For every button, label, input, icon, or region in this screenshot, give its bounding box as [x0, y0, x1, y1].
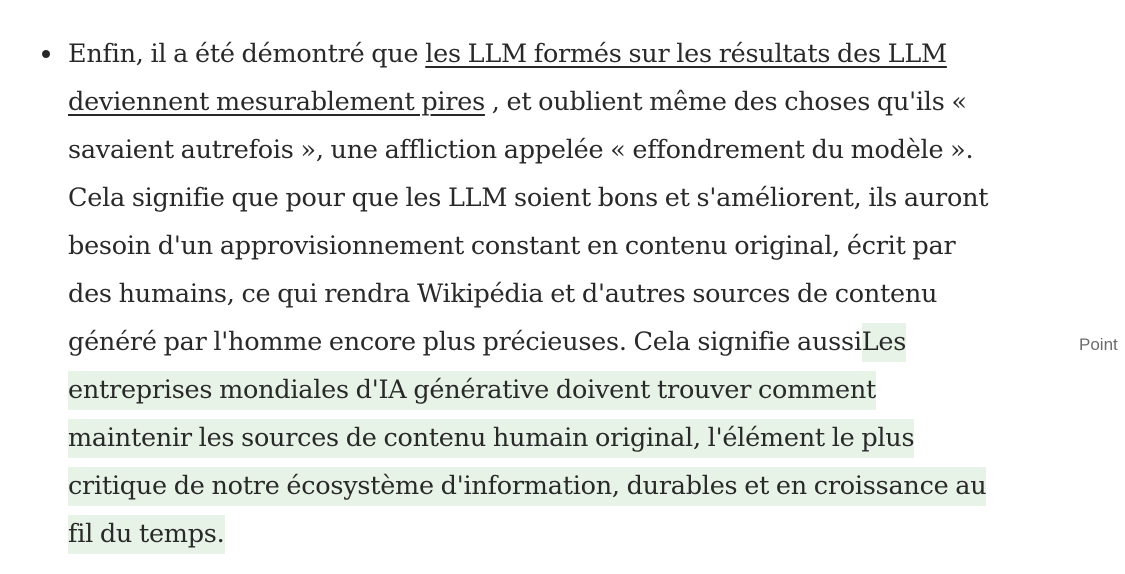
line-text: savaient autrefois », une affliction app…: [68, 135, 974, 165]
paragraph: Enfin, il a été démontré que les LLM for…: [68, 30, 1043, 558]
highlighted-text[interactable]: fil du temps.: [68, 515, 225, 554]
link-measurably-worse[interactable]: deviennent mesurablement pires: [68, 87, 485, 117]
paragraph-line: deviennent mesurablement pires , et oubl…: [68, 78, 1043, 126]
line-text: , et oublient même des choses qu'ils «: [484, 87, 967, 117]
paragraph-line: des humains, ce qui rendra Wikipédia et …: [68, 270, 1043, 318]
line-text: généré par l'homme encore plus précieuse…: [68, 327, 862, 357]
highlighted-text[interactable]: maintenir les sources de contenu humain …: [68, 419, 915, 458]
paragraph-line: maintenir les sources de contenu humain …: [68, 414, 1043, 462]
paragraph-line: critique de notre écosystème d'informati…: [68, 462, 1043, 510]
paragraph-line: fil du temps.: [68, 510, 1043, 558]
line-text: Enfin, il a été démontré que: [68, 39, 426, 69]
paragraph-line: Enfin, il a été démontré que les LLM for…: [68, 30, 1043, 78]
bullet-item-model-collapse: Enfin, il a été démontré que les LLM for…: [42, 30, 1043, 558]
highlighted-text[interactable]: entreprises mondiales d'IA générative do…: [68, 371, 876, 410]
paragraph-line: besoin d'un approvisionnement constant e…: [68, 222, 1043, 270]
bullet-dot-icon: [42, 50, 50, 58]
line-text: Cela signifie que pour que les LLM soien…: [68, 183, 989, 213]
article-page: Enfin, il a été démontré que les LLM for…: [0, 0, 1125, 574]
highlighted-text[interactable]: critique de notre écosystème d'informati…: [68, 467, 987, 506]
line-text: des humains, ce qui rendra Wikipédia et …: [68, 279, 938, 309]
paragraph-line: Cela signifie que pour que les LLM soien…: [68, 174, 1043, 222]
line-text: besoin d'un approvisionnement constant e…: [68, 231, 956, 261]
link-llm-trained-on-llm-output[interactable]: les LLM formés sur les résultats des LLM: [425, 39, 947, 69]
paragraph-line: entreprises mondiales d'IA générative do…: [68, 366, 1043, 414]
highlight-side-note[interactable]: Point: [1079, 335, 1118, 355]
paragraph-line: savaient autrefois », une affliction app…: [68, 126, 1043, 174]
highlighted-text[interactable]: Les: [861, 323, 906, 362]
paragraph-line: généré par l'homme encore plus précieuse…: [68, 318, 1043, 366]
